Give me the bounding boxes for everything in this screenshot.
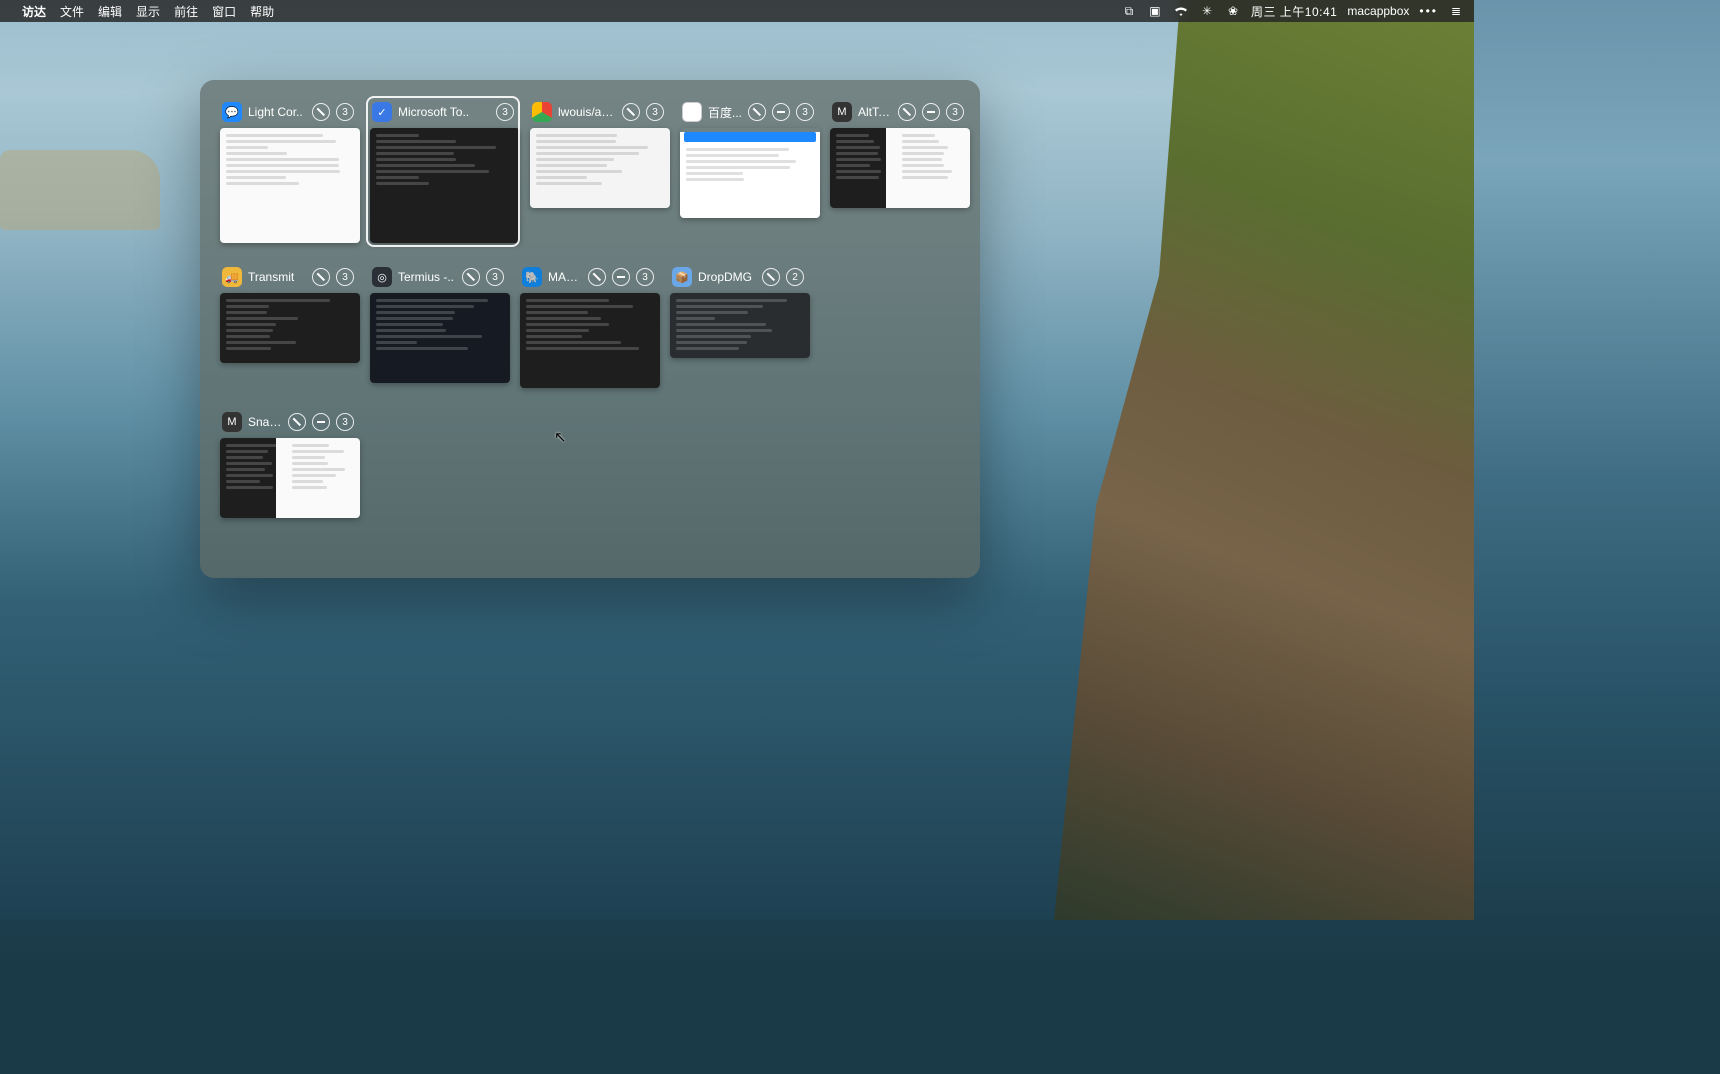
tile-fullscreen-button[interactable] — [622, 103, 640, 121]
app-icon-mamp: 🐘 — [522, 267, 542, 287]
tile-window-count-badge[interactable]: 3 — [336, 268, 354, 286]
switcher-tile-chrome[interactable]: lwouis/alt... 3 — [528, 98, 668, 210]
tile-window-count-badge[interactable]: 3 — [486, 268, 504, 286]
menubar-overflow-icon[interactable]: ••• — [1419, 4, 1438, 18]
status-camera-icon[interactable]: ▣ — [1147, 4, 1163, 18]
tile-thumbnail[interactable] — [830, 128, 970, 208]
tile-minimize-button[interactable] — [312, 413, 330, 431]
app-icon-dropdmg: 📦 — [672, 267, 692, 287]
app-icon-termius: ◎ — [372, 267, 392, 287]
tile-title: Termius -.. — [398, 270, 456, 284]
tile-thumbnail[interactable] — [530, 128, 670, 208]
alttab-switcher-panel: 💬Light Cor..3✓Microsoft To..3lwouis/alt.… — [200, 80, 980, 578]
tile-window-count-badge[interactable]: 3 — [336, 103, 354, 121]
app-icon-baidu: ∞ — [682, 102, 702, 122]
tile-window-count-badge[interactable]: 3 — [946, 103, 964, 121]
status-screenrecord-icon[interactable]: ⧉ — [1121, 4, 1137, 19]
status-wifi-icon[interactable] — [1173, 5, 1189, 17]
tile-header: ∞ 百度... 3 — [680, 100, 816, 124]
tile-header: 📦 DropDMG 2 — [670, 265, 806, 289]
menu-window[interactable]: 窗口 — [212, 3, 236, 20]
tile-title: MAM... — [548, 270, 582, 284]
menubar-list-icon[interactable]: ≣ — [1448, 4, 1464, 18]
tile-thumbnail[interactable] — [670, 293, 810, 358]
tile-fullscreen-button[interactable] — [762, 268, 780, 286]
menu-view[interactable]: 显示 — [136, 3, 160, 20]
tile-minimize-button[interactable] — [922, 103, 940, 121]
tile-title: DropDMG — [698, 270, 756, 284]
tile-title: Microsoft To.. — [398, 105, 490, 119]
tile-header: 💬 Light Cor.. 3 — [220, 100, 356, 124]
tile-fullscreen-button[interactable] — [312, 268, 330, 286]
menubar-app-menus: 访达 文件 编辑 显示 前往 窗口 帮助 — [22, 3, 274, 20]
tile-fullscreen-button[interactable] — [288, 413, 306, 431]
tile-thumbnail[interactable] — [680, 128, 820, 218]
app-icon-transmit: 🚚 — [222, 267, 242, 287]
switcher-tile-transmit[interactable]: 🚚 Transmit 3 — [218, 263, 358, 365]
tile-fullscreen-button[interactable] — [898, 103, 916, 121]
tile-title: lwouis/alt... — [558, 105, 616, 119]
tile-thumbnail[interactable] — [520, 293, 660, 388]
tile-window-count-badge[interactable]: 3 — [496, 103, 514, 121]
tile-window-count-badge[interactable]: 2 — [786, 268, 804, 286]
tile-header: ✓ Microsoft To.. 3 — [370, 100, 516, 124]
tile-fullscreen-button[interactable] — [748, 103, 766, 121]
tile-thumbnail[interactable] — [220, 293, 360, 363]
tile-header: 🐘 MAM... 3 — [520, 265, 656, 289]
tile-title: SnailS. — [248, 415, 282, 429]
switcher-tile-alttab[interactable]: M AltTab. 3 — [828, 98, 968, 210]
tile-title: AltTab. — [858, 105, 892, 119]
app-icon-snailsvn: M — [222, 412, 242, 432]
tile-minimize-button[interactable] — [772, 103, 790, 121]
wallpaper-cliff-left — [0, 150, 160, 230]
menu-help[interactable]: 帮助 — [250, 3, 274, 20]
tile-window-count-badge[interactable]: 3 — [636, 268, 654, 286]
tile-fullscreen-button[interactable] — [462, 268, 480, 286]
status-bluetooth-icon[interactable]: ✳ — [1199, 4, 1215, 18]
tile-title: Transmit — [248, 270, 306, 284]
menubar-status-area: ⧉ ▣ ✳ ❀ 周三 上午10:41 macappbox ••• ≣ — [1121, 3, 1464, 20]
tile-fullscreen-button[interactable] — [588, 268, 606, 286]
tile-window-count-badge[interactable]: 3 — [336, 413, 354, 431]
menu-edit[interactable]: 编辑 — [98, 3, 122, 20]
tile-fullscreen-button[interactable] — [312, 103, 330, 121]
tile-title: 百度... — [708, 104, 742, 121]
tile-window-count-badge[interactable]: 3 — [646, 103, 664, 121]
tile-thumbnail[interactable] — [370, 293, 510, 383]
app-icon-mstodo: ✓ — [372, 102, 392, 122]
app-icon-lightcor: 💬 — [222, 102, 242, 122]
tile-thumbnail[interactable] — [220, 438, 360, 518]
tile-header: lwouis/alt... 3 — [530, 100, 666, 124]
switcher-tile-termius[interactable]: ◎ Termius -.. 3 — [368, 263, 508, 385]
menubar: 访达 文件 编辑 显示 前往 窗口 帮助 ⧉ ▣ ✳ ❀ 周三 上午10:41 … — [0, 0, 1474, 22]
status-extra-icon[interactable]: ❀ — [1225, 4, 1241, 18]
tile-thumbnail[interactable] — [370, 128, 520, 243]
tile-minimize-button[interactable] — [612, 268, 630, 286]
menu-go[interactable]: 前往 — [174, 3, 198, 20]
mouse-cursor-icon: ↖ — [554, 428, 567, 446]
switcher-tile-mamp[interactable]: 🐘 MAM... 3 — [518, 263, 658, 390]
switcher-tile-snailsvn[interactable]: M SnailS. 3 — [218, 408, 358, 520]
switcher-tile-mstodo[interactable]: ✓ Microsoft To.. 3 — [368, 98, 518, 245]
switcher-tile-baidu[interactable]: ∞ 百度... 3 — [678, 98, 818, 220]
menu-file[interactable]: 文件 — [60, 3, 84, 20]
app-icon-alttab: M — [832, 102, 852, 122]
tile-header: M SnailS. 3 — [220, 410, 356, 434]
app-icon-chrome — [532, 102, 552, 122]
switcher-tile-dropdmg[interactable]: 📦 DropDMG 2 — [668, 263, 808, 360]
switcher-tile-lightcor[interactable]: 💬 Light Cor.. 3 — [218, 98, 358, 245]
tile-header: 🚚 Transmit 3 — [220, 265, 356, 289]
menubar-user[interactable]: macappbox — [1347, 4, 1409, 18]
tile-title: Light Cor.. — [248, 105, 306, 119]
tile-thumbnail[interactable] — [220, 128, 360, 243]
menubar-app-name[interactable]: 访达 — [22, 3, 46, 20]
tile-window-count-badge[interactable]: 3 — [796, 103, 814, 121]
tile-header: M AltTab. 3 — [830, 100, 966, 124]
tile-header: ◎ Termius -.. 3 — [370, 265, 506, 289]
menubar-clock[interactable]: 周三 上午10:41 — [1251, 3, 1337, 20]
